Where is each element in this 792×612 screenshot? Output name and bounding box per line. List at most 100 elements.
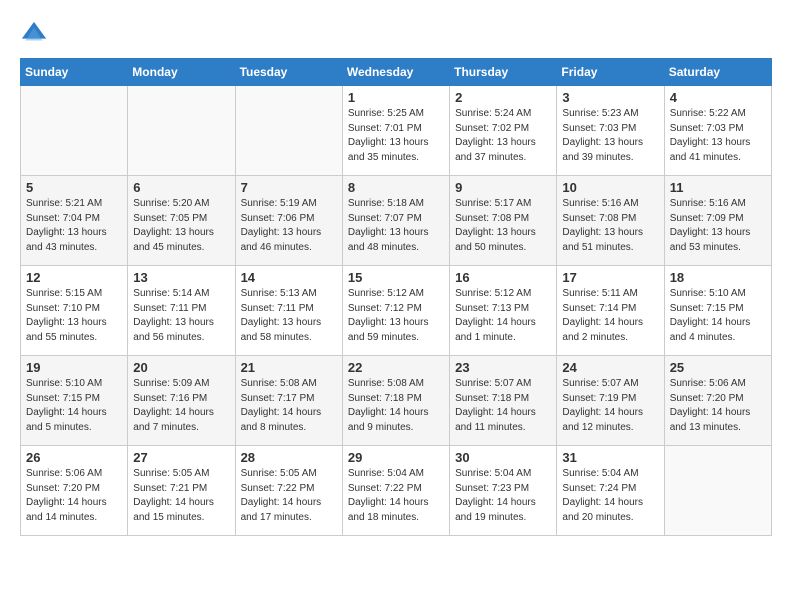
calendar-cell: 31 Sunrise: 5:04 AM Sunset: 7:24 PM Dayli…: [557, 446, 664, 536]
day-number: 22: [348, 360, 444, 375]
calendar-week-2: 5 Sunrise: 5:21 AM Sunset: 7:04 PM Daylig…: [21, 176, 772, 266]
day-info: Sunrise: 5:12 AM Sunset: 7:12 PM Dayligh…: [348, 287, 444, 345]
day-number: 18: [670, 270, 766, 285]
calendar-cell: 3 Sunrise: 5:23 AM Sunset: 7:03 PM Daylig…: [557, 86, 664, 176]
day-number: 13: [133, 270, 229, 285]
day-number: 25: [670, 360, 766, 375]
day-info: Sunrise: 5:06 AM Sunset: 7:20 PM Dayligh…: [670, 377, 766, 435]
calendar-cell: [128, 86, 235, 176]
calendar-cell: 10 Sunrise: 5:16 AM Sunset: 7:08 PM Dayli…: [557, 176, 664, 266]
day-header-tuesday: Tuesday: [235, 59, 342, 86]
logo: [20, 20, 52, 48]
day-number: 29: [348, 450, 444, 465]
calendar-cell: 12 Sunrise: 5:15 AM Sunset: 7:10 PM Dayli…: [21, 266, 128, 356]
calendar-cell: 27 Sunrise: 5:05 AM Sunset: 7:21 PM Dayli…: [128, 446, 235, 536]
calendar-table: SundayMondayTuesdayWednesdayThursdayFrid…: [20, 58, 772, 536]
calendar-cell: 4 Sunrise: 5:22 AM Sunset: 7:03 PM Daylig…: [664, 86, 771, 176]
calendar-cell: 2Sunrise: 5:24 AM Sunset: 7:02 PM Daylig…: [450, 86, 557, 176]
day-header-monday: Monday: [128, 59, 235, 86]
day-number: 4: [670, 90, 766, 105]
day-info: Sunrise: 5:10 AM Sunset: 7:15 PM Dayligh…: [670, 287, 766, 345]
day-header-saturday: Saturday: [664, 59, 771, 86]
day-info: Sunrise: 5:04 AM Sunset: 7:22 PM Dayligh…: [348, 467, 444, 525]
day-number: 14: [241, 270, 337, 285]
day-info: Sunrise: 5:25 AM Sunset: 7:01 PM Dayligh…: [348, 107, 444, 165]
calendar-cell: 23Sunrise: 5:07 AM Sunset: 7:18 PM Dayli…: [450, 356, 557, 446]
day-info: Sunrise: 5:05 AM Sunset: 7:21 PM Dayligh…: [133, 467, 229, 525]
day-number: 28: [241, 450, 337, 465]
day-number: 16: [455, 270, 551, 285]
day-info: Sunrise: 5:13 AM Sunset: 7:11 PM Dayligh…: [241, 287, 337, 345]
day-number: 12: [26, 270, 122, 285]
calendar-week-3: 12 Sunrise: 5:15 AM Sunset: 7:10 PM Dayli…: [21, 266, 772, 356]
calendar-cell: [235, 86, 342, 176]
calendar-cell: 16 Sunrise: 5:12 AM Sunset: 7:13 PM Dayli…: [450, 266, 557, 356]
day-number: 3: [562, 90, 658, 105]
calendar-cell: 20 Sunrise: 5:09 AM Sunset: 7:16 PM Dayli…: [128, 356, 235, 446]
day-info: Sunrise: 5:18 AM Sunset: 7:07 PM Dayligh…: [348, 197, 444, 255]
day-info: Sunrise: 5:04 AM Sunset: 7:23 PM Dayligh…: [455, 467, 551, 525]
day-info: Sunrise: 5:04 AM Sunset: 7:24 PM Dayligh…: [562, 467, 658, 525]
day-info: Sunrise: 5:22 AM Sunset: 7:03 PM Dayligh…: [670, 107, 766, 165]
calendar-cell: 21 Sunrise: 5:08 AM Sunset: 7:17 PM Dayli…: [235, 356, 342, 446]
calendar-week-1: 1 Sunrise: 5:25 AM Sunset: 7:01 PM Daylig…: [21, 86, 772, 176]
day-info: Sunrise: 5:10 AM Sunset: 7:15 PM Dayligh…: [26, 377, 122, 435]
day-header-wednesday: Wednesday: [342, 59, 449, 86]
day-info: Sunrise: 5:15 AM Sunset: 7:10 PM Dayligh…: [26, 287, 122, 345]
day-number: 17: [562, 270, 658, 285]
day-info: Sunrise: 5:06 AM Sunset: 7:20 PM Dayligh…: [26, 467, 122, 525]
day-info: Sunrise: 5:08 AM Sunset: 7:18 PM Dayligh…: [348, 377, 444, 435]
day-number: 8: [348, 180, 444, 195]
day-number: 20: [133, 360, 229, 375]
calendar-cell: 15 Sunrise: 5:12 AM Sunset: 7:12 PM Dayli…: [342, 266, 449, 356]
calendar-cell: 17 Sunrise: 5:11 AM Sunset: 7:14 PM Dayli…: [557, 266, 664, 356]
day-number: 6: [133, 180, 229, 195]
calendar-cell: 24 Sunrise: 5:07 AM Sunset: 7:19 PM Dayli…: [557, 356, 664, 446]
day-info: Sunrise: 5:23 AM Sunset: 7:03 PM Dayligh…: [562, 107, 658, 165]
calendar-cell: 14 Sunrise: 5:13 AM Sunset: 7:11 PM Dayli…: [235, 266, 342, 356]
day-info: Sunrise: 5:16 AM Sunset: 7:09 PM Dayligh…: [670, 197, 766, 255]
calendar-cell: 30 Sunrise: 5:04 AM Sunset: 7:23 PM Dayli…: [450, 446, 557, 536]
day-info: Sunrise: 5:12 AM Sunset: 7:13 PM Dayligh…: [455, 287, 551, 345]
day-number: 10: [562, 180, 658, 195]
day-info: Sunrise: 5:05 AM Sunset: 7:22 PM Dayligh…: [241, 467, 337, 525]
calendar-cell: 13 Sunrise: 5:14 AM Sunset: 7:11 PM Dayli…: [128, 266, 235, 356]
day-header-sunday: Sunday: [21, 59, 128, 86]
calendar-cell: 18 Sunrise: 5:10 AM Sunset: 7:15 PM Dayli…: [664, 266, 771, 356]
calendar-cell: 26 Sunrise: 5:06 AM Sunset: 7:20 PM Dayli…: [21, 446, 128, 536]
day-info: Sunrise: 5:17 AM Sunset: 7:08 PM Dayligh…: [455, 197, 551, 255]
calendar-cell: 5 Sunrise: 5:21 AM Sunset: 7:04 PM Daylig…: [21, 176, 128, 266]
day-info: Sunrise: 5:14 AM Sunset: 7:11 PM Dayligh…: [133, 287, 229, 345]
day-number: 21: [241, 360, 337, 375]
day-number: 24: [562, 360, 658, 375]
calendar-cell: 1 Sunrise: 5:25 AM Sunset: 7:01 PM Daylig…: [342, 86, 449, 176]
calendar-cell: 19 Sunrise: 5:10 AM Sunset: 7:15 PM Dayli…: [21, 356, 128, 446]
day-number: 27: [133, 450, 229, 465]
calendar-cell: 28 Sunrise: 5:05 AM Sunset: 7:22 PM Dayli…: [235, 446, 342, 536]
day-info: Sunrise: 5:19 AM Sunset: 7:06 PM Dayligh…: [241, 197, 337, 255]
calendar-cell: 8 Sunrise: 5:18 AM Sunset: 7:07 PM Daylig…: [342, 176, 449, 266]
day-number: 26: [26, 450, 122, 465]
calendar-cell: [21, 86, 128, 176]
calendar-week-5: 26 Sunrise: 5:06 AM Sunset: 7:20 PM Dayli…: [21, 446, 772, 536]
day-number: 30: [455, 450, 551, 465]
logo-icon: [20, 20, 48, 48]
calendar-cell: 7Sunrise: 5:19 AM Sunset: 7:06 PM Daylig…: [235, 176, 342, 266]
day-info: Sunrise: 5:07 AM Sunset: 7:19 PM Dayligh…: [562, 377, 658, 435]
day-info: Sunrise: 5:16 AM Sunset: 7:08 PM Dayligh…: [562, 197, 658, 255]
day-info: Sunrise: 5:21 AM Sunset: 7:04 PM Dayligh…: [26, 197, 122, 255]
day-header-thursday: Thursday: [450, 59, 557, 86]
day-number: 15: [348, 270, 444, 285]
day-info: Sunrise: 5:11 AM Sunset: 7:14 PM Dayligh…: [562, 287, 658, 345]
day-number: 5: [26, 180, 122, 195]
day-number: 31: [562, 450, 658, 465]
day-info: Sunrise: 5:08 AM Sunset: 7:17 PM Dayligh…: [241, 377, 337, 435]
day-info: Sunrise: 5:09 AM Sunset: 7:16 PM Dayligh…: [133, 377, 229, 435]
day-number: 1: [348, 90, 444, 105]
calendar-cell: 22 Sunrise: 5:08 AM Sunset: 7:18 PM Dayli…: [342, 356, 449, 446]
day-header-friday: Friday: [557, 59, 664, 86]
day-number: 23: [455, 360, 551, 375]
day-number: 19: [26, 360, 122, 375]
page-header: [20, 20, 772, 48]
calendar-cell: 29 Sunrise: 5:04 AM Sunset: 7:22 PM Dayli…: [342, 446, 449, 536]
